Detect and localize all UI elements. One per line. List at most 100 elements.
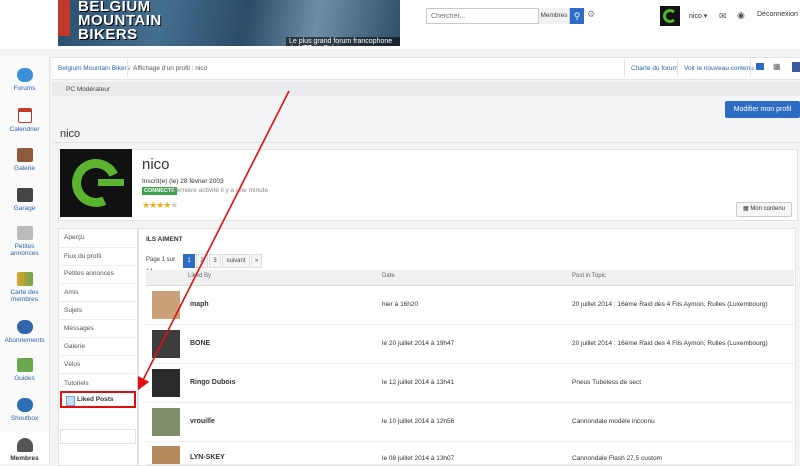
nav-classifieds[interactable]: Petites annonces <box>0 226 49 257</box>
nav-shoutbox[interactable]: Shoutbox <box>0 398 49 422</box>
forum-charter-link[interactable]: Charte du forum <box>631 65 678 72</box>
chevron-down-icon: ▾ <box>703 13 708 20</box>
col-date: Date <box>382 273 395 279</box>
liked-posts-title: ILS AIMENT <box>146 236 183 243</box>
nav-members[interactable]: Membres <box>0 432 49 464</box>
like-date: le 12 juillet 2014 à 13h41 <box>382 379 455 386</box>
document-icon <box>66 396 75 406</box>
topic-link[interactable]: Cannondale modèle inconnu <box>572 418 655 425</box>
tab-profile-feed[interactable]: Flux du profil <box>64 253 101 260</box>
edit-profile-button[interactable]: Modifier mon profil <box>725 101 800 118</box>
tab-topics[interactable]: Sujets <box>64 307 82 314</box>
profile-name: nico <box>142 156 170 173</box>
globe-icon[interactable]: ◉ <box>737 10 745 21</box>
tab-bikes[interactable]: Vélos <box>64 361 80 368</box>
subscriptions-icon <box>16 320 33 334</box>
nav-member-map[interactable]: Carte des membres <box>0 272 49 303</box>
user-avatar[interactable] <box>660 6 680 26</box>
table-row <box>146 442 794 465</box>
logout-link[interactable]: Déconnexion <box>757 11 798 18</box>
shoutbox-icon <box>16 398 33 412</box>
nav-guides[interactable]: Guides <box>0 358 49 382</box>
topic-link[interactable]: 20 juillet 2014 : 16ème Raid des 4 Fils … <box>572 301 768 308</box>
avatar[interactable] <box>152 330 180 358</box>
tab-posts[interactable]: Messages <box>64 325 94 332</box>
next-page[interactable]: suivant <box>222 254 250 268</box>
like-date: le 08 juillet 2014 à 13h07 <box>382 455 455 462</box>
avatar[interactable] <box>152 446 180 464</box>
nav-gallery[interactable]: Galerie <box>0 148 49 172</box>
last-activity: Dernière activité il y a une minute <box>172 187 269 194</box>
profile-avatar <box>60 149 132 217</box>
liked-by-user[interactable]: vrouille <box>190 418 215 425</box>
search-scope-select[interactable]: Membres <box>538 8 569 24</box>
page-3[interactable]: 3 <box>209 254 221 268</box>
list-view-icon[interactable] <box>756 63 764 70</box>
topic-link[interactable]: Cannondale Flash 27,5 custom <box>572 455 662 462</box>
tab-friends[interactable]: Amis <box>64 289 78 296</box>
moderator-cp-link[interactable]: PC Modérateur <box>66 86 110 93</box>
star-icon[interactable]: ★ <box>170 200 178 210</box>
map-icon <box>16 272 33 286</box>
facebook-icon[interactable] <box>792 62 800 72</box>
guides-icon <box>16 358 33 372</box>
breadcrumb-home[interactable]: Belgium Mountain Bikers <box>58 65 130 72</box>
page-2[interactable]: 2 <box>196 254 208 268</box>
moderator-bar: PC Modérateur <box>52 82 800 96</box>
divider <box>52 142 800 143</box>
page-title: nico <box>60 128 81 140</box>
pager-label: Page 1 sur 14 <box>146 257 176 275</box>
table-header <box>146 270 794 286</box>
banner-title: BELGIUM MOUNTAIN BIKERS <box>78 0 162 43</box>
banner-tagline: Le plus grand forum francophone de VTT e… <box>286 37 400 46</box>
col-liked-by: Liked By <box>188 273 212 279</box>
search-input[interactable] <box>427 9 535 23</box>
tab-classifieds[interactable]: Petites annonces <box>64 270 114 277</box>
members-icon <box>16 438 33 452</box>
document-icon: ▦ <box>742 206 749 212</box>
liked-by-user[interactable]: maph <box>190 301 209 308</box>
last-page[interactable]: » <box>251 254 262 268</box>
liked-by-user[interactable]: BONE <box>190 340 210 347</box>
calendar-icon <box>17 108 32 123</box>
page-1[interactable]: 1 <box>183 254 195 268</box>
garage-icon <box>16 188 33 202</box>
nav-calendar[interactable]: Calendrier <box>0 108 49 133</box>
table-row <box>146 364 794 403</box>
new-content-link[interactable]: Voir le nouveau contenu <box>684 65 754 72</box>
tab-overview[interactable]: Aperçu <box>64 234 85 241</box>
liked-by-user[interactable]: Ringo Dubois <box>190 379 236 386</box>
nav-subscriptions[interactable]: Abonnements <box>0 320 49 344</box>
col-topic: Post in Topic <box>572 273 606 279</box>
tab-extra-box <box>60 429 136 444</box>
table-row <box>146 403 794 442</box>
mail-icon[interactable]: ✉ <box>719 11 727 22</box>
site-banner[interactable]: BELGIUM MOUNTAIN BIKERS Le plus grand fo… <box>58 0 400 46</box>
avatar[interactable] <box>152 291 180 319</box>
topic-link[interactable]: Pneus Tubeless de sect <box>572 379 641 386</box>
topic-link[interactable]: 20 juillet 2014 : 16ème Raid des 4 Fils … <box>572 340 768 347</box>
gear-icon[interactable]: ⚙ <box>587 9 595 20</box>
like-date: le 10 juillet 2014 à 12h56 <box>382 418 455 425</box>
avatar[interactable] <box>152 369 180 397</box>
tab-gallery[interactable]: Galerie <box>64 343 85 350</box>
like-date: hier à 16h20 <box>382 301 419 308</box>
nav-garage[interactable]: Garage <box>0 188 49 212</box>
search-icon: ⚲ <box>573 11 581 21</box>
tab-tutorials[interactable]: Tutoriels <box>64 380 89 387</box>
search-button[interactable]: ⚲ <box>570 8 584 24</box>
grid-icon[interactable]: ▦ <box>773 62 781 71</box>
my-content-button[interactable]: ▦ Mon contenu <box>736 202 792 217</box>
breadcrumb-current: Affichage d'un profil : nico <box>133 65 208 72</box>
classifieds-icon <box>16 226 33 240</box>
nav-forums[interactable]: Forums <box>0 68 49 92</box>
joined-date: Inscrit(e) (le) 28 février 2003 <box>142 178 224 185</box>
like-date: le 20 juillet 2014 à 19h47 <box>382 340 455 347</box>
avatar[interactable] <box>152 408 180 436</box>
rating-stars[interactable]: ★★★★★ <box>142 200 178 211</box>
liked-by-user[interactable]: LYN-SKEY <box>190 454 225 461</box>
tab-liked-posts[interactable]: Liked Posts <box>60 391 136 408</box>
forums-icon <box>16 68 33 82</box>
gallery-icon <box>16 148 33 162</box>
user-menu[interactable]: nico ▾ <box>689 12 707 20</box>
